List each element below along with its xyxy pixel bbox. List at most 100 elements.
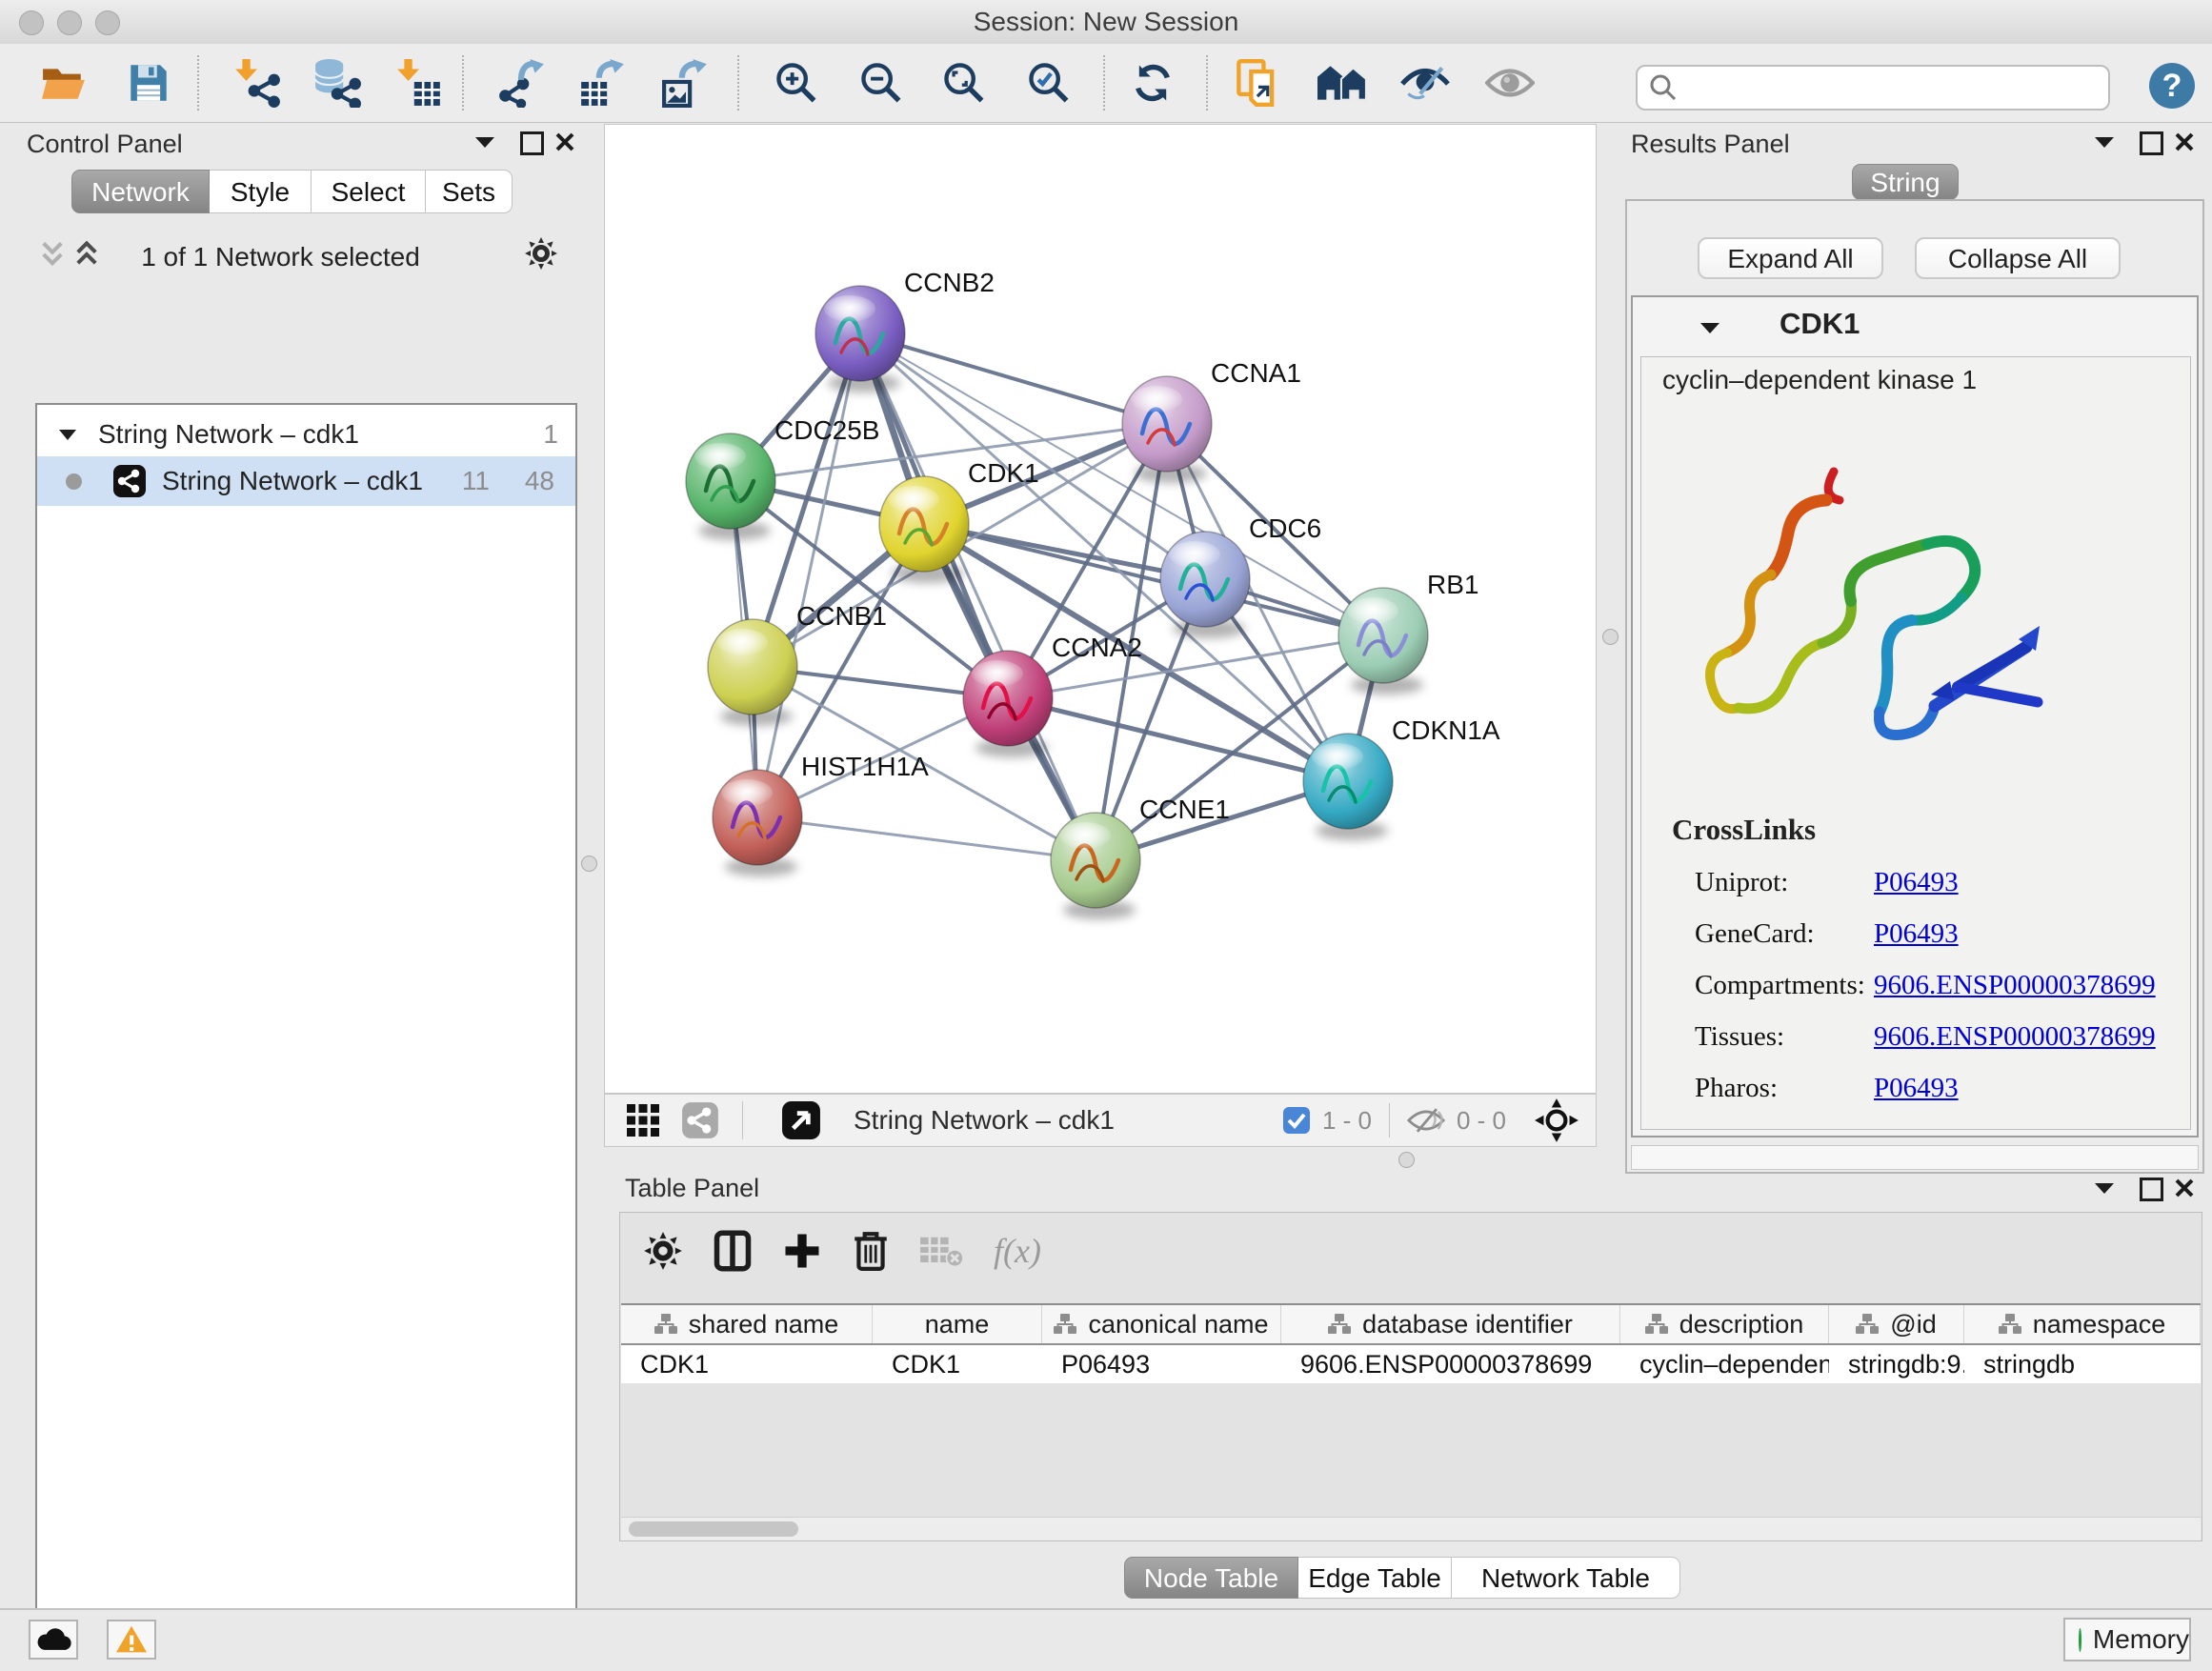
column-header-namespace[interactable]: namespace — [1964, 1305, 2201, 1343]
cell-shared-name[interactable]: CDK1 — [621, 1345, 873, 1383]
network-node-RB1[interactable]: RB1 — [1338, 570, 1478, 695]
network-node-CDKN1A[interactable]: CDKN1A — [1303, 715, 1500, 840]
network-view-statusbar: String Network – cdk1 1 - 0 0 - 0 — [604, 1094, 1597, 1147]
detach-view-icon[interactable] — [781, 1100, 821, 1140]
hidden-eye-icon[interactable] — [1407, 1107, 1445, 1134]
column-type-tree-icon — [1856, 1314, 1879, 1335]
float-panel-icon[interactable] — [2140, 131, 2163, 155]
collection-label: String Network – cdk1 — [98, 419, 359, 450]
left-splitter-grip[interactable] — [581, 856, 597, 872]
import-network-database-icon[interactable] — [312, 57, 363, 109]
tab-network-table[interactable]: Network Table — [1452, 1557, 1680, 1599]
close-panel-icon[interactable] — [554, 131, 575, 152]
import-table-file-icon[interactable] — [393, 57, 445, 109]
network-node-CCNE1[interactable]: CCNE1 — [1051, 795, 1230, 919]
cell-canonical-name[interactable]: P06493 — [1042, 1345, 1281, 1383]
import-network-file-icon[interactable] — [231, 57, 283, 109]
export-image-icon[interactable] — [660, 57, 712, 109]
warning-icon[interactable] — [107, 1620, 156, 1660]
column-header-shared-name[interactable]: shared name — [621, 1305, 873, 1343]
network-row-selected[interactable]: String Network – cdk1 11 48 — [37, 456, 575, 506]
tab-style[interactable]: Style — [210, 170, 312, 213]
zoom-fit-icon[interactable] — [938, 57, 990, 109]
float-panel-icon[interactable] — [2140, 1178, 2163, 1201]
eye-pencil-icon[interactable] — [1399, 57, 1451, 109]
tab-edge-table[interactable]: Edge Table — [1298, 1557, 1452, 1599]
float-panel-icon[interactable] — [520, 131, 544, 155]
search-field[interactable] — [1636, 65, 2110, 111]
documents-icon[interactable] — [1233, 57, 1284, 109]
section-collapse-icon[interactable] — [1699, 321, 1720, 334]
tab-select[interactable]: Select — [312, 170, 426, 213]
cell-description[interactable]: cyclin–dependent ... — [1620, 1345, 1829, 1383]
selected-checkbox-icon[interactable] — [1282, 1106, 1311, 1135]
table-hscrollbar-thumb[interactable] — [629, 1521, 798, 1537]
add-column-icon[interactable] — [782, 1231, 822, 1271]
collection-expand-icon[interactable] — [58, 429, 77, 441]
tab-string[interactable]: String — [1852, 164, 1959, 200]
gene-description: cyclin–dependent kinase 1 — [1662, 365, 1977, 395]
delete-column-trash-icon[interactable] — [853, 1230, 889, 1272]
column-header-database-identifier[interactable]: database identifier — [1281, 1305, 1620, 1343]
zoom-selected-icon[interactable] — [1023, 57, 1075, 109]
open-file-icon[interactable] — [38, 57, 90, 109]
show-columns-icon[interactable] — [714, 1230, 752, 1272]
network-node-CCNB1[interactable]: CCNB1 — [708, 601, 887, 726]
horizontal-splitter-grip[interactable] — [1398, 1152, 1415, 1168]
column-header-description[interactable]: description — [1620, 1305, 1829, 1343]
expand-all-button[interactable]: Expand All — [1698, 237, 1883, 279]
eye-icon[interactable] — [1484, 57, 1536, 109]
network-node-count: 11 — [462, 466, 490, 496]
refresh-icon[interactable] — [1127, 57, 1178, 109]
node-label-CDC25B: CDC25B — [774, 415, 879, 445]
close-panel-icon[interactable] — [2174, 131, 2195, 152]
node-table-row[interactable]: CDK1CDK1P064939606.ENSP00000378699cyclin… — [621, 1345, 2201, 1383]
network-collection-row[interactable]: String Network – cdk1 1 — [37, 413, 575, 456]
panel-menu-icon[interactable] — [474, 135, 495, 149]
network-graph[interactable]: CCNB2CCNA1CDC25BCDK1CDC6RB1CCNB1CCNA2CDK… — [604, 124, 1597, 1094]
column-header--id[interactable]: @id — [1829, 1305, 1964, 1343]
birds-eye-crosshair-icon[interactable] — [1533, 1097, 1580, 1144]
help-icon[interactable]: ? — [2149, 63, 2195, 109]
tab-node-table[interactable]: Node Table — [1124, 1557, 1298, 1599]
houses-icon[interactable] — [1317, 57, 1368, 109]
zoom-in-icon[interactable] — [771, 57, 822, 109]
cell--id[interactable]: stringdb:9... — [1829, 1345, 1964, 1383]
tab-sets[interactable]: Sets — [426, 170, 513, 213]
column-header-canonical-name[interactable]: canonical name — [1042, 1305, 1281, 1343]
cell-database-identifier[interactable]: 9606.ENSP00000378699 — [1281, 1345, 1620, 1383]
column-header-name[interactable]: name — [873, 1305, 1042, 1343]
network-options-gear-icon[interactable] — [524, 236, 558, 271]
current-network-name: String Network – cdk1 — [854, 1105, 1115, 1136]
close-panel-icon[interactable] — [2174, 1178, 2195, 1198]
table-hscrollbar[interactable] — [621, 1517, 2201, 1540]
network-node-CCNA1[interactable]: CCNA1 — [1122, 358, 1301, 483]
zoom-out-icon[interactable] — [855, 57, 907, 109]
save-session-icon[interactable] — [123, 57, 174, 109]
network-node-CDC6[interactable]: CDC6 — [1160, 513, 1321, 638]
panel-menu-icon[interactable] — [2094, 135, 2115, 149]
crosslink-value[interactable]: 9606.ENSP00000378699 — [1874, 1021, 2156, 1053]
panel-menu-icon[interactable] — [2094, 1181, 2115, 1195]
cell-namespace[interactable]: stringdb — [1964, 1345, 2201, 1383]
crosslink-value[interactable]: 9606.ENSP00000378699 — [1874, 970, 2156, 1001]
cloud-icon[interactable] — [29, 1620, 78, 1660]
grid-view-icon[interactable] — [626, 1103, 660, 1137]
network-view-share-icon[interactable] — [681, 1101, 719, 1139]
search-input[interactable] — [1678, 72, 2081, 104]
application-window: Session: New Session — [0, 0, 2212, 1671]
collapse-all-button[interactable]: Collapse All — [1915, 237, 2121, 279]
export-table-icon[interactable] — [577, 57, 629, 109]
crosslink-value[interactable]: P06493 — [1874, 1073, 1959, 1104]
table-gear-icon[interactable] — [643, 1231, 683, 1271]
memory-button[interactable]: Memory — [2063, 1618, 2191, 1661]
crosslink-value[interactable]: P06493 — [1874, 867, 1959, 898]
network-node-CDK1[interactable]: CDK1 — [879, 458, 1039, 583]
results-panel-title: Results Panel — [1631, 130, 1790, 159]
crosslink-value[interactable]: P06493 — [1874, 918, 1959, 950]
cell-name[interactable]: CDK1 — [873, 1345, 1042, 1383]
network-node-HIST1H1A[interactable]: HIST1H1A — [713, 752, 929, 876]
tab-network[interactable]: Network — [71, 170, 210, 213]
results-scrollbar[interactable] — [1631, 1145, 2199, 1170]
export-network-icon[interactable] — [495, 57, 547, 109]
